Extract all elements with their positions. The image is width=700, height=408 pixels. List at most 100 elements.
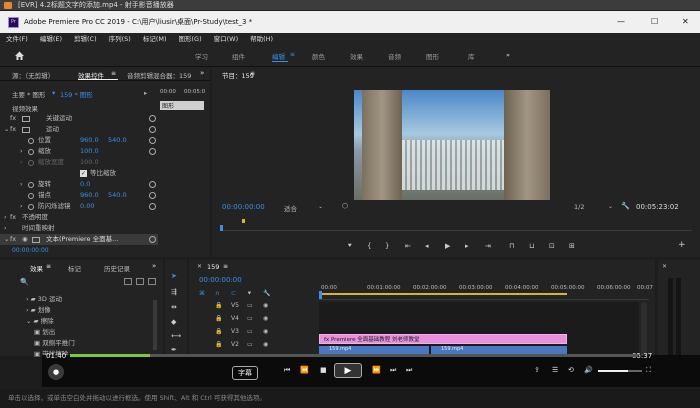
program-scrubber[interactable] — [220, 217, 692, 231]
volume-slider[interactable] — [598, 370, 642, 372]
razor-tool-icon[interactable]: ◆ — [171, 318, 176, 326]
workspace-libraries[interactable]: 库 — [468, 51, 475, 61]
step-forward-icon[interactable]: ▸ — [465, 242, 469, 250]
mini-clip-bar[interactable]: 图形 — [160, 101, 204, 110]
stopwatch-icon[interactable] — [28, 193, 34, 199]
volume-icon[interactable]: 🔊 — [584, 366, 593, 374]
effect-row-time-remap[interactable]: › 时间重映射 — [0, 223, 158, 234]
slip-tool-icon[interactable]: ⟷ — [171, 332, 181, 340]
uniform-scale-checkbox[interactable]: ✓ — [80, 170, 87, 177]
pen-tool-icon[interactable]: ✒ — [171, 346, 177, 354]
effect-row-motion[interactable]: ⌄ fx 运动 — [0, 124, 158, 135]
menu-sequence[interactable]: 序列(S) — [109, 35, 131, 43]
maximize-button[interactable]: ☐ — [651, 11, 658, 33]
sync-icon[interactable]: ▭ — [247, 302, 253, 309]
mark-out-icon[interactable]: } — [385, 242, 389, 250]
tab-effects-menu[interactable]: ≡ — [46, 263, 51, 270]
rewind-button-icon[interactable]: ⏪ — [300, 366, 309, 374]
lock-icon[interactable]: 🔒 — [215, 302, 222, 309]
effects-scrollbar[interactable] — [153, 300, 157, 350]
tab-markers[interactable]: 标记 — [68, 263, 81, 273]
workspace-graphics[interactable]: 图形 — [426, 51, 439, 61]
tab-effect-controls-menu[interactable]: ≡ — [111, 70, 116, 77]
menu-marker[interactable]: 标记(M) — [143, 35, 167, 43]
lock-icon[interactable]: 🔒 — [215, 315, 222, 322]
settings-icon[interactable]: ⬡ — [342, 202, 348, 210]
property-scale[interactable]: › 缩放 100.0 — [0, 146, 158, 157]
add-marker-icon[interactable]: ⯆ — [247, 290, 252, 298]
menu-clip[interactable]: 剪辑(C) — [74, 35, 97, 43]
expand-chevron-icon[interactable]: › — [4, 223, 7, 234]
property-uniform-scale[interactable]: ✓ 等比缩放 — [0, 168, 158, 179]
lock-icon[interactable]: 🔒 — [215, 328, 222, 335]
track-lanes[interactable]: fx Premiere 全面基础教程 刘老师教堂 159.mp4 159.mp4 — [319, 302, 639, 356]
menu-graphics[interactable]: 图形(G) — [179, 35, 202, 43]
player-logo-badge-icon[interactable]: ● — [48, 364, 64, 380]
property-value[interactable]: 0.0 — [80, 179, 90, 190]
quality-dropdown-chevron-icon[interactable]: ⌄ — [608, 203, 613, 210]
workspace-learn[interactable]: 学习 — [195, 51, 208, 61]
expand-chevron-icon[interactable]: › — [20, 157, 23, 168]
play-icon[interactable]: ▶ — [445, 242, 450, 250]
tree-item-3d-motion[interactable]: › ▰ 3D 运动 — [26, 293, 62, 303]
step-back-icon[interactable]: ◂ — [425, 242, 429, 250]
property-value-x[interactable]: 960.0 — [80, 190, 99, 201]
property-value[interactable]: 0.00 — [80, 201, 94, 212]
tab-source[interactable]: 源：（无剪辑） — [12, 70, 54, 80]
text-clip[interactable]: fx Premiere 全面基础教程 刘老师教堂 — [319, 334, 567, 344]
expand-chevron-icon[interactable]: › — [4, 212, 7, 223]
tree-item-band-slide[interactable]: ▣ 划出 — [34, 326, 55, 336]
track-select-tool-icon[interactable]: ⇶ — [171, 288, 177, 296]
sequence-clip-path[interactable]: 159 * 图形 — [60, 89, 93, 99]
prev-button-icon[interactable]: ⏮ — [284, 366, 290, 375]
tab-history[interactable]: 历史记录 — [104, 263, 130, 273]
property-scale-width[interactable]: › 缩放宽度 100.0 — [0, 157, 158, 168]
timeline-timecode[interactable]: 00:00:00:00 — [199, 276, 242, 284]
eye-icon[interactable]: ◉ — [263, 341, 268, 348]
play-audio-icon[interactable]: ▸ — [144, 89, 147, 97]
tree-item-barn-doors[interactable]: ▣ 双侧平推门 — [34, 337, 75, 347]
property-anchor[interactable]: 锚点 960.0 540.0 — [0, 190, 158, 201]
comparison-view-icon[interactable]: ⊞ — [569, 242, 575, 250]
quality-dropdown[interactable]: 1/2 — [574, 203, 584, 211]
progress-track[interactable] — [70, 354, 638, 357]
go-to-out-icon[interactable]: ⇥ — [485, 242, 491, 250]
workspace-assembly[interactable]: 组件 — [232, 51, 245, 61]
property-value[interactable]: 100.0 — [80, 146, 99, 157]
program-tab-menu[interactable]: ≡ — [250, 70, 255, 77]
timeline-vscroll[interactable] — [641, 302, 647, 356]
expand-chevron-icon[interactable]: › — [20, 146, 23, 157]
fit-dropdown-chevron-icon[interactable]: ⌄ — [318, 203, 323, 210]
eye-icon[interactable]: ◉ — [263, 328, 268, 335]
reset-icon[interactable] — [149, 148, 156, 155]
timeline-close-icon[interactable]: ✕ — [197, 263, 202, 270]
forward-button-icon[interactable]: ⏩ — [372, 366, 381, 374]
audio-meter-close-icon[interactable]: ✕ — [662, 263, 667, 270]
next-frame-button-icon[interactable]: ⏭ — [390, 366, 396, 375]
play-button[interactable]: ▶ — [334, 363, 362, 378]
stopwatch-icon[interactable] — [28, 138, 34, 144]
property-value-y[interactable]: 540.0 — [108, 135, 127, 146]
close-button[interactable]: ✕ — [682, 11, 689, 33]
workspace-audio[interactable]: 音频 — [388, 51, 401, 61]
timeline-tab[interactable]: 159 — [207, 263, 219, 271]
stop-button-icon[interactable]: ■ — [320, 366, 327, 374]
effect-controls-timecode[interactable]: 00:00:00:00 — [12, 247, 49, 254]
reset-icon[interactable] — [149, 192, 156, 199]
effect-row-opacity[interactable]: › fx 不透明度 — [0, 212, 158, 223]
workspace-editing[interactable]: 编辑 — [272, 51, 285, 61]
stopwatch-icon[interactable] — [28, 204, 34, 210]
lock-icon[interactable]: 🔒 — [215, 341, 222, 348]
reset-icon[interactable] — [149, 203, 156, 210]
menu-help[interactable]: 帮助(H) — [250, 35, 273, 43]
playlist-icon[interactable]: ☰ — [552, 366, 558, 374]
extract-icon[interactable]: ⊔ — [529, 242, 534, 250]
fullscreen-icon[interactable]: ⛶ — [646, 366, 651, 375]
reset-icon[interactable] — [149, 126, 156, 133]
menu-edit[interactable]: 编辑(E) — [40, 35, 62, 43]
next-button-icon[interactable]: ⏭ — [406, 366, 412, 375]
timeline-ruler[interactable]: 00:00 00:01:00:00 00:02:00:00 00:03:00:0… — [319, 282, 653, 300]
lift-icon[interactable]: ⊓ — [509, 242, 514, 250]
ripple-edit-tool-icon[interactable]: ⇹ — [171, 303, 177, 311]
eye-icon[interactable]: ◉ — [263, 315, 268, 322]
